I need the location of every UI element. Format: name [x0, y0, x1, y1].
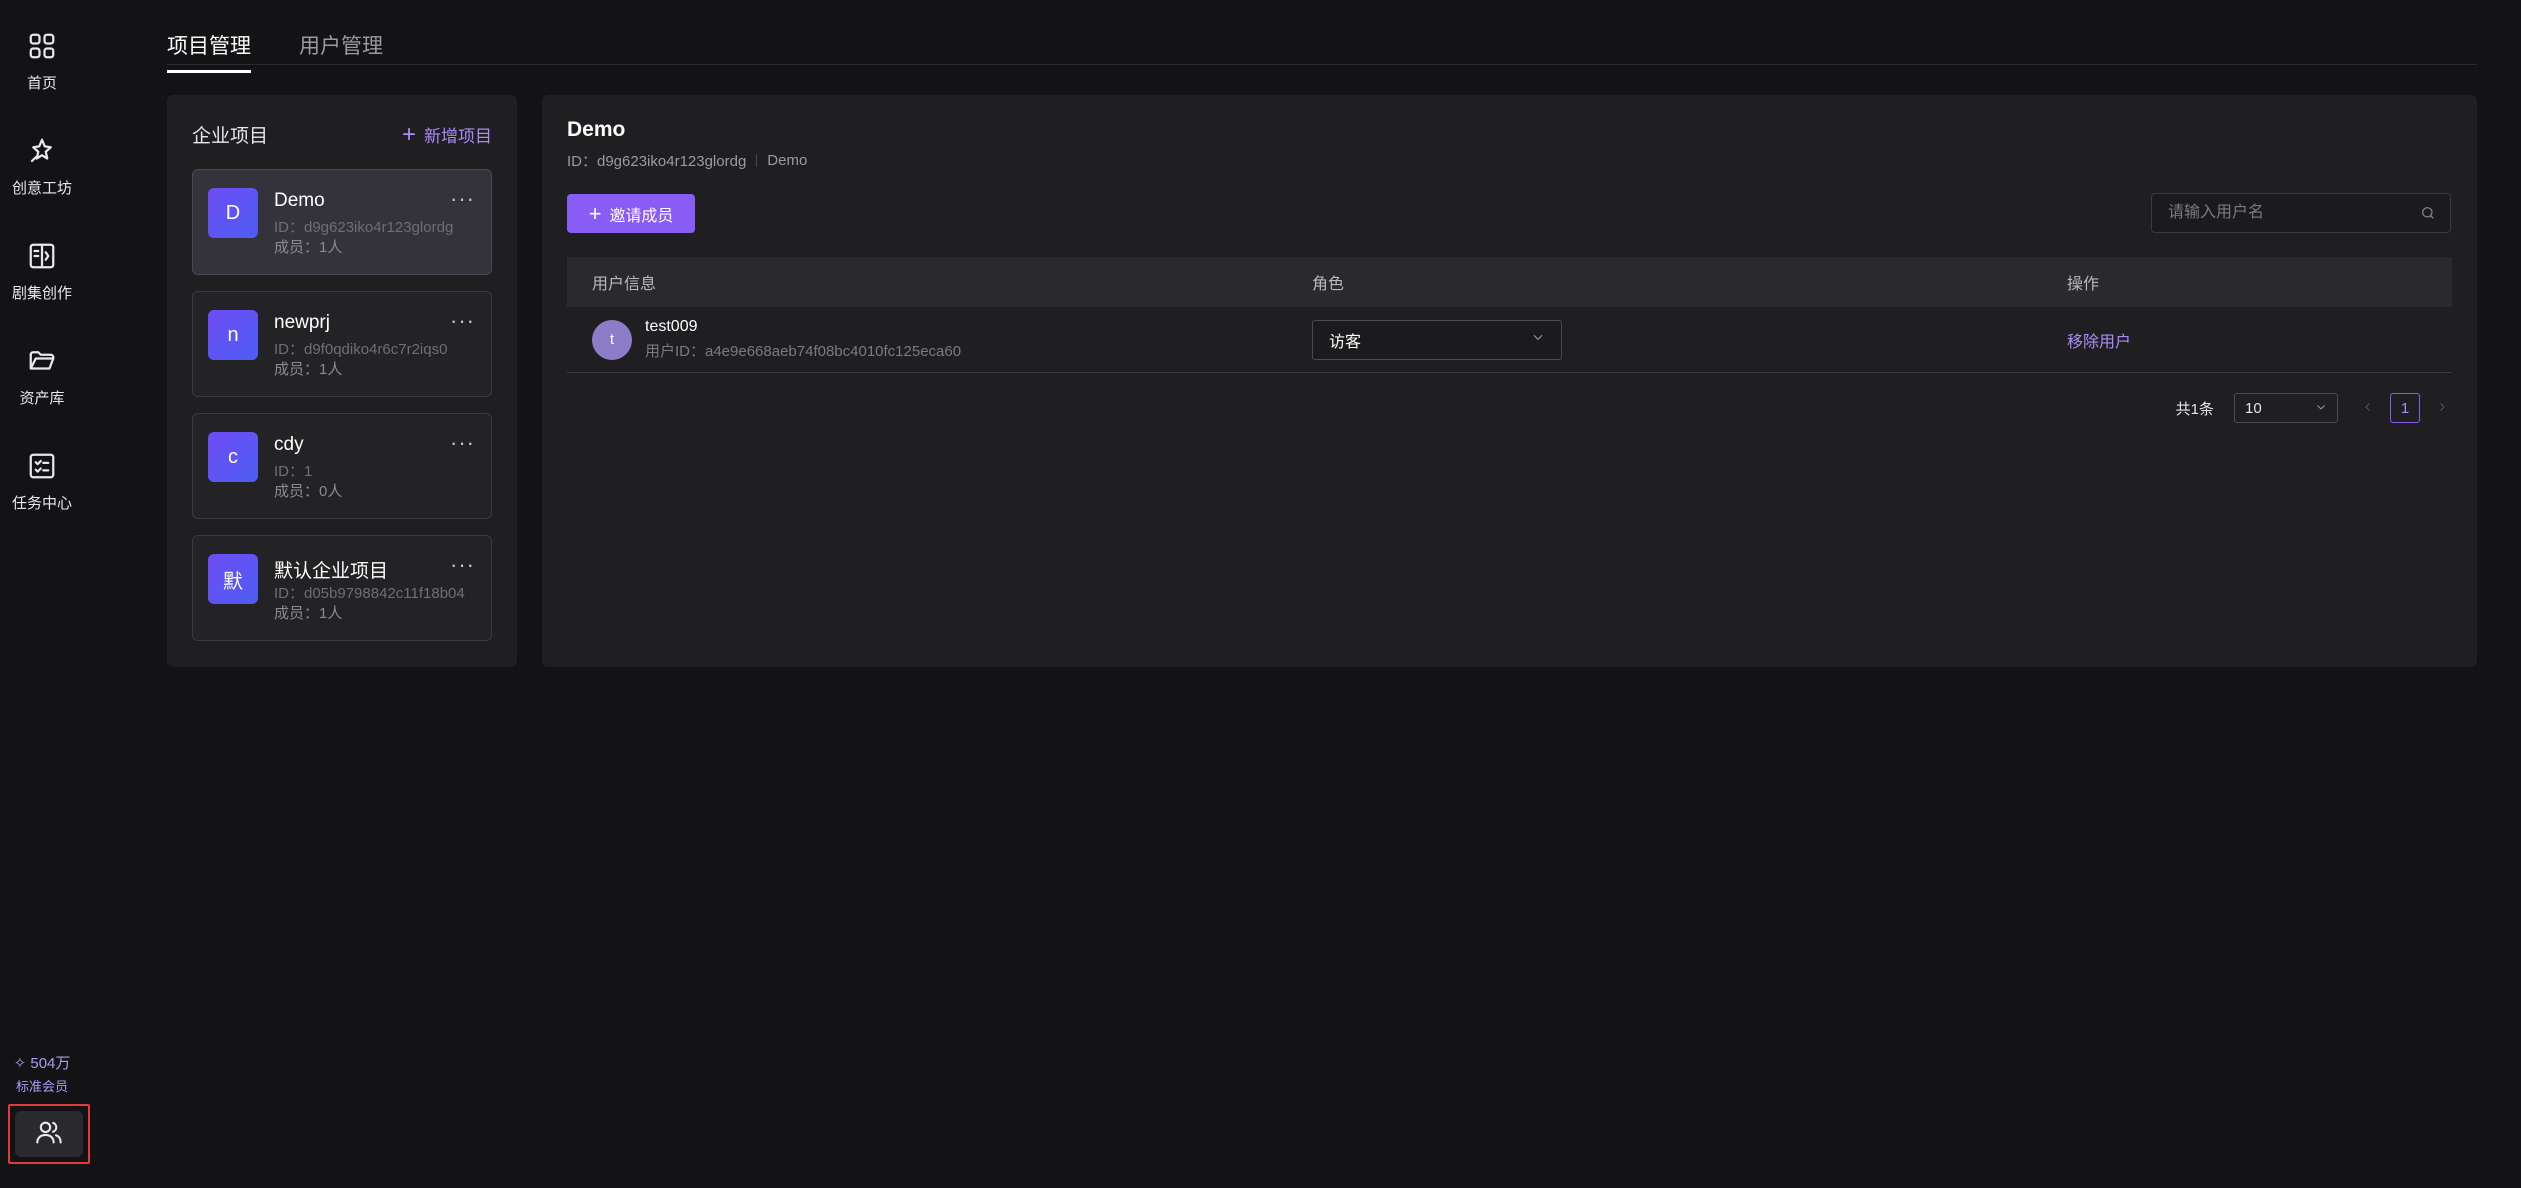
project-id: ID：d05b9798842c11f18b04 — [274, 585, 465, 602]
invite-member-button[interactable]: + 邀请成员 — [567, 194, 695, 233]
project-name: newprj — [274, 312, 330, 333]
grid-icon — [27, 31, 57, 66]
add-project-button[interactable]: + 新增项目 — [402, 122, 492, 147]
more-options-icon[interactable]: ··· — [450, 432, 475, 454]
avatar: t — [592, 319, 632, 360]
left-nav-rail: 首页 创意工坊 剧集创作 资产库 任务中心 ✧ 504万 标准会员 — [0, 0, 90, 1188]
project-id: ID：d9g623iko4r123glordg — [274, 219, 454, 236]
project-name: 默认企业项目 — [274, 561, 389, 582]
sparkle-star-icon — [27, 136, 57, 171]
tab-project-management[interactable]: 项目管理 — [167, 30, 251, 73]
project-avatar: 默 — [208, 554, 258, 604]
pagination-total: 共1条 — [2175, 400, 2214, 418]
add-project-label: 新增项目 — [424, 127, 492, 146]
project-card[interactable]: 默 默认企业项目 ID：d05b9798842c11f18b04 成员：1人 ·… — [192, 535, 492, 641]
table-row: t test009 用户ID：a4e9e668aeb74f08bc4010fc1… — [567, 307, 2452, 373]
project-card[interactable]: c cdy ID：1 成员：0人 ··· — [192, 413, 492, 519]
tab-user-management[interactable]: 用户管理 — [299, 30, 383, 73]
project-card[interactable]: D Demo ID：d9g623iko4r123glordg 成员：1人 ··· — [192, 169, 492, 275]
chevron-down-icon — [1531, 330, 1545, 349]
more-options-icon[interactable]: ··· — [450, 310, 475, 332]
task-list-icon — [27, 451, 57, 486]
projects-panel: 企业项目 + 新增项目 D Demo ID：d9g623iko4r123glor… — [167, 95, 517, 667]
username-search-input[interactable] — [2152, 194, 2412, 232]
project-id: ID：d9f0qdiko4r6c7r2iqs0 — [274, 341, 448, 358]
meta-separator — [756, 154, 758, 167]
project-avatar: n — [208, 310, 258, 360]
project-avatar: c — [208, 432, 258, 482]
more-options-icon[interactable]: ··· — [450, 554, 475, 576]
users-icon — [35, 1118, 63, 1151]
project-members: 成员：1人 — [274, 605, 343, 622]
project-members: 成员：1人 — [274, 361, 343, 378]
prev-page-button[interactable] — [2358, 393, 2378, 423]
project-members: 成员：1人 — [274, 239, 343, 256]
projects-panel-title: 企业项目 — [192, 126, 269, 147]
project-detail-title: Demo — [567, 118, 626, 141]
members-table: 用户信息 角色 操作 t test009 用户ID：a4e9e668aeb74f… — [567, 257, 2452, 373]
project-name: cdy — [274, 434, 304, 455]
invite-member-label: 邀请成员 — [609, 207, 674, 225]
folder-icon — [27, 346, 57, 381]
chevron-left-icon — [2362, 400, 2374, 417]
user-info: t test009 用户ID：a4e9e668aeb74f08bc4010fc1… — [592, 318, 1312, 361]
team-management-button[interactable] — [8, 1104, 90, 1164]
column-header-actions: 操作 — [2067, 276, 2100, 293]
actions-cell: 移除用户 — [2067, 328, 2452, 352]
user-id: 用户ID：a4e9e668aeb74f08bc4010fc125eca60 — [645, 343, 962, 360]
nav-item-label: 剧集创作 — [11, 285, 72, 302]
chevron-down-icon — [2315, 400, 2327, 417]
project-members: 成员：0人 — [274, 483, 343, 500]
pagination: 共1条 10 1 — [2176, 393, 2452, 423]
user-text: test009 用户ID：a4e9e668aeb74f08bc4010fc125… — [645, 318, 961, 361]
project-detail-panel: Demo ID：d9g623iko4r123glordg Demo + 邀请成员… — [542, 95, 2477, 667]
nav-item-workshop[interactable]: 创意工坊 — [0, 127, 84, 207]
column-header-user-info: 用户信息 — [592, 276, 657, 293]
project-card[interactable]: n newprj ID：d9f0qdiko4r6c7r2iqs0 成员：1人 ·… — [192, 291, 492, 397]
nav-item-label: 创意工坊 — [11, 180, 72, 197]
search-icon[interactable] — [2420, 205, 2436, 221]
column-header-role: 角色 — [1312, 276, 1345, 293]
project-id: ID：1 — [274, 463, 313, 480]
project-name: Demo — [274, 190, 325, 211]
nav-item-tasks[interactable]: 任务中心 — [0, 442, 84, 522]
role-select[interactable]: 访客 — [1312, 319, 1562, 360]
plus-icon: + — [401, 120, 416, 148]
top-tabs: 项目管理 用户管理 — [167, 30, 383, 73]
plus-icon: + — [588, 200, 602, 226]
projects-panel-header: 企业项目 + 新增项目 — [192, 121, 492, 148]
nav-item-label: 任务中心 — [11, 495, 72, 512]
page-number-button[interactable]: 1 — [2390, 393, 2420, 423]
username-search — [2151, 193, 2451, 233]
project-detail-id: ID：d9g623iko4r123glordg — [567, 153, 747, 170]
nav-item-assets[interactable]: 资产库 — [0, 337, 84, 417]
membership-tier: 标准会员 — [15, 1079, 68, 1094]
page-navigation: 1 — [2358, 393, 2452, 423]
credits-info[interactable]: ✧ 504万 标准会员 — [0, 1052, 84, 1095]
role-cell: 访客 — [1312, 319, 2067, 360]
chevron-right-icon — [2436, 400, 2448, 417]
more-options-icon[interactable]: ··· — [450, 188, 475, 210]
page-size-select[interactable]: 10 — [2234, 393, 2338, 423]
nav-item-label: 资产库 — [19, 390, 65, 407]
user-info-cell: t test009 用户ID：a4e9e668aeb74f08bc4010fc1… — [567, 318, 1312, 361]
project-detail-meta: ID：d9g623iko4r123glordg Demo — [567, 150, 807, 171]
nav-item-series[interactable]: 剧集创作 — [0, 232, 84, 312]
project-detail-name: Demo — [767, 152, 808, 169]
project-avatar: D — [208, 188, 258, 238]
next-page-button[interactable] — [2432, 393, 2452, 423]
tabs-divider — [167, 64, 2477, 65]
page-size-value: 10 — [2245, 399, 2262, 417]
nav-item-home[interactable]: 首页 — [0, 22, 84, 102]
table-header: 用户信息 角色 操作 — [567, 257, 2452, 307]
username: test009 — [645, 318, 698, 335]
credits-amount: ✧ 504万 — [13, 1055, 71, 1072]
nav-item-label: 首页 — [26, 75, 57, 92]
book-icon — [27, 241, 57, 276]
team-button-inner — [15, 1111, 83, 1157]
role-value: 访客 — [1329, 333, 1362, 351]
remove-user-link[interactable]: 移除用户 — [2067, 334, 2131, 351]
